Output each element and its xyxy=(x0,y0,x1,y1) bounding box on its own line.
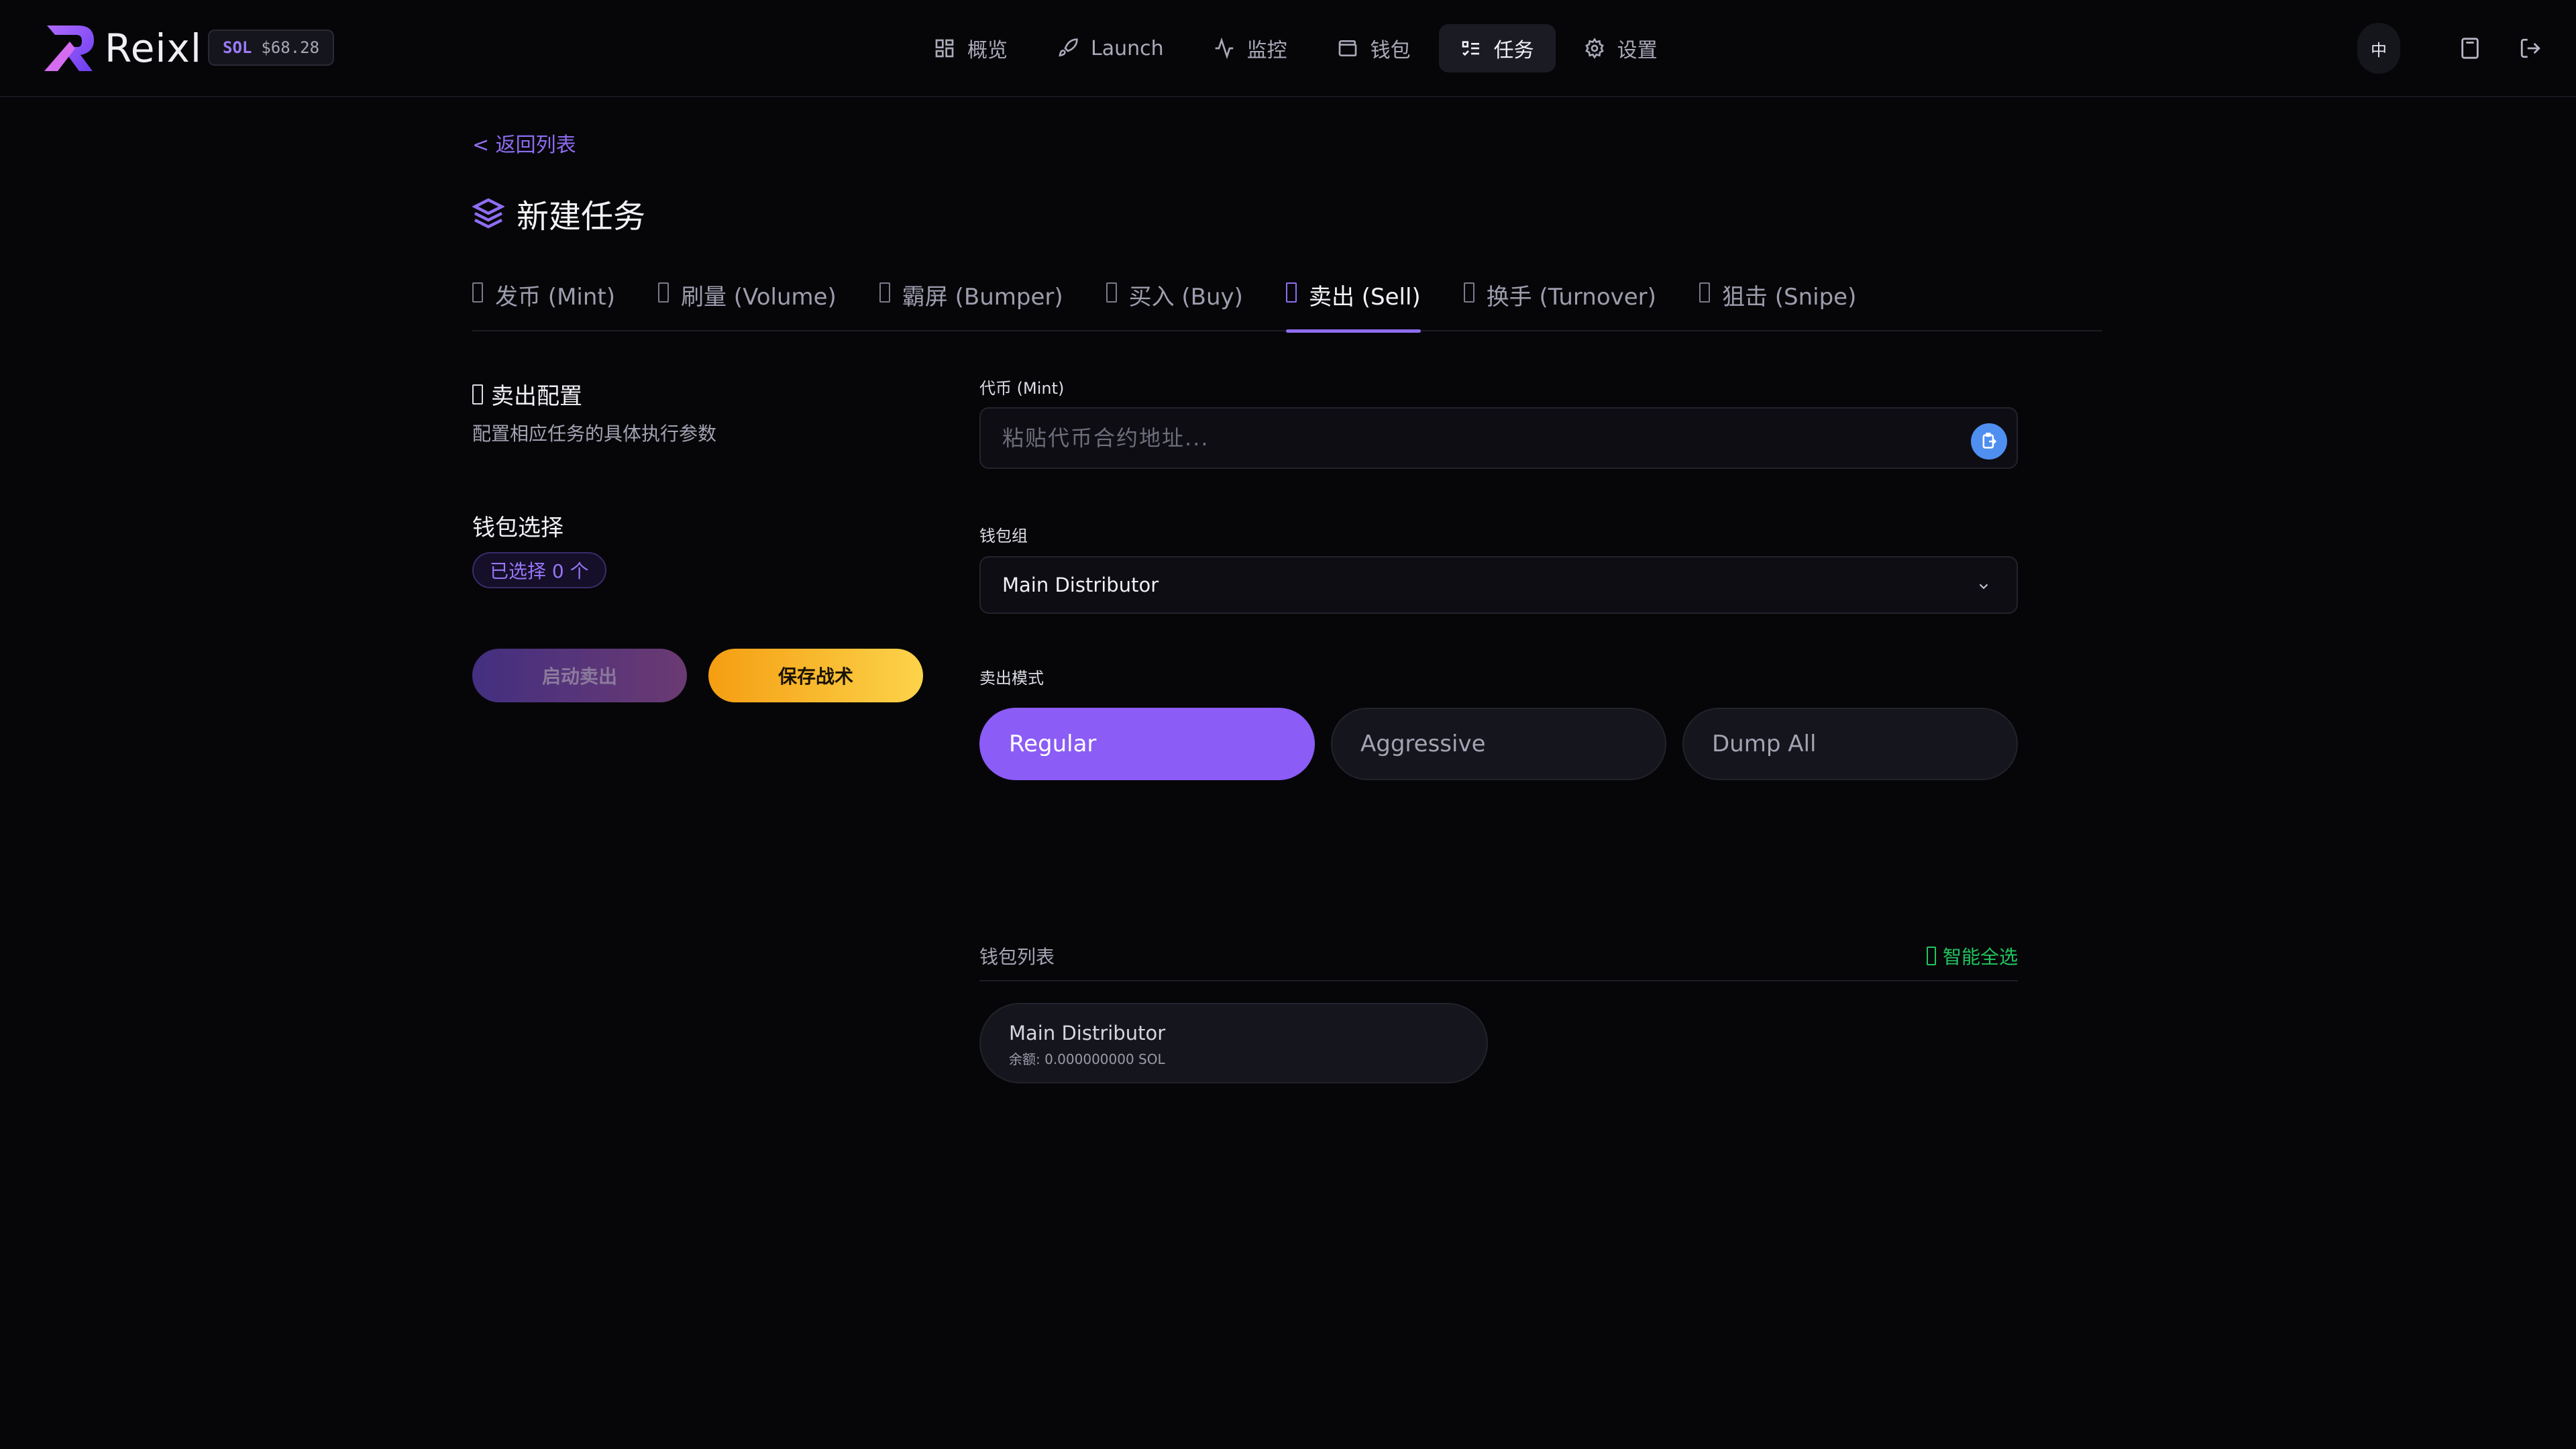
tab-label: 刷量 (Volume) xyxy=(681,284,837,311)
mode-regular-button[interactable]: Regular xyxy=(979,708,1315,780)
brand-logo[interactable]: Reixl xyxy=(43,23,202,74)
page-title-text: 新建任务 xyxy=(517,198,646,235)
tab-buy[interactable]: 买入 (Buy) xyxy=(1106,269,1243,331)
config-section-title: 卖出配置 xyxy=(472,378,582,411)
mint-label: 代币 (Mint) xyxy=(979,379,1065,398)
config-title-text: 卖出配置 xyxy=(491,383,582,410)
start-sell-button[interactable]: 启动卖出 xyxy=(472,649,687,702)
list-check-icon xyxy=(1462,41,1479,56)
selected-count-badge: 已选择 0 个 xyxy=(472,552,606,588)
layers-icon xyxy=(472,198,504,229)
nav-label: 概览 xyxy=(967,39,1008,62)
sol-price: $68.28 xyxy=(261,38,320,57)
wallet-list-header: 钱包列表 智能全选 xyxy=(979,943,2018,981)
sol-symbol: SOL xyxy=(223,38,252,57)
wallet-group-value: Main Distributor xyxy=(1002,574,1159,596)
wallet-list-item[interactable]: Main Distributor 余额: 0.000000000 SOL xyxy=(979,1003,1488,1083)
reixl-logo-icon xyxy=(44,25,94,71)
gear-icon xyxy=(1585,38,1604,59)
smart-select-icon xyxy=(1926,947,1936,965)
tab-label: 买入 (Buy) xyxy=(1128,284,1243,311)
mode-aggressive-button[interactable]: Aggressive xyxy=(1331,708,1666,780)
wallet-group-label: 钱包组 xyxy=(979,527,1028,545)
save-tactic-button[interactable]: 保存战术 xyxy=(708,649,923,702)
config-description: 配置相应任务的具体执行参数 xyxy=(472,423,717,445)
tab-sell[interactable]: 卖出 (Sell) xyxy=(1285,269,1421,333)
tab-turnover[interactable]: 换手 (Turnover) xyxy=(1463,269,1656,331)
tab-bumper[interactable]: 霸屏 (Bumper) xyxy=(879,269,1063,331)
smart-select-all-button[interactable]: 智能全选 xyxy=(1926,943,2018,969)
main-nav: 概览 Launch 监控 钱包 任务 设置 xyxy=(912,24,1686,72)
grid-icon xyxy=(935,39,954,58)
logout-icon xyxy=(2520,38,2540,58)
wallet-name: Main Distributor xyxy=(1009,1022,1166,1044)
nav-tasks[interactable]: 任务 xyxy=(1438,24,1556,72)
tab-label: 换手 (Turnover) xyxy=(1486,284,1656,311)
nav-launch[interactable]: Launch xyxy=(1036,24,1185,72)
sell-mode-label: 卖出模式 xyxy=(979,669,1044,688)
nav-label: 监控 xyxy=(1246,39,1287,62)
nav-settings[interactable]: 设置 xyxy=(1562,24,1679,72)
tab-icon xyxy=(1285,282,1297,303)
tab-label: 卖出 (Sell) xyxy=(1308,284,1421,311)
wallet-icon xyxy=(1338,40,1356,56)
nav-label: 任务 xyxy=(1493,39,1534,62)
nav-monitor[interactable]: 监控 xyxy=(1192,24,1309,72)
nav-overview[interactable]: 概览 xyxy=(912,24,1029,72)
nav-label: 钱包 xyxy=(1370,39,1411,62)
tab-icon xyxy=(1106,282,1117,303)
mint-address-input[interactable] xyxy=(979,407,2018,469)
header-actions: 中 xyxy=(2357,23,2552,74)
tab-icon xyxy=(472,282,483,303)
brand-name: Reixl xyxy=(105,25,202,71)
page-title: 新建任务 xyxy=(472,190,645,237)
smart-select-label: 智能全选 xyxy=(1942,946,2018,968)
task-type-tabs: 发币 (Mint) 刷量 (Volume) 霸屏 (Bumper) 买入 (Bu… xyxy=(472,269,2102,333)
logout-button[interactable] xyxy=(2509,27,2552,70)
back-to-list-link[interactable]: < 返回列表 xyxy=(472,128,576,158)
tab-volume[interactable]: 刷量 (Volume) xyxy=(658,269,837,331)
wallet-selection-title: 钱包选择 xyxy=(472,515,564,541)
rocket-icon xyxy=(1059,38,1078,57)
sell-mode-options: Regular Aggressive Dump All xyxy=(979,708,2034,780)
wallet-list-title: 钱包列表 xyxy=(979,946,1055,968)
tab-icon xyxy=(658,282,669,303)
calculator-icon xyxy=(2461,38,2479,59)
sol-price-badge: SOL $68.28 xyxy=(208,30,335,66)
tab-icon xyxy=(879,282,890,303)
tab-label: 霸屏 (Bumper) xyxy=(902,284,1063,311)
mode-dump-all-button[interactable]: Dump All xyxy=(1682,708,2018,780)
nav-wallet[interactable]: 钱包 xyxy=(1316,24,1432,72)
activity-icon xyxy=(1215,38,1233,59)
nav-label: 设置 xyxy=(1617,39,1658,62)
nav-label: Launch xyxy=(1091,36,1164,60)
tab-icon xyxy=(1699,282,1710,303)
tab-mint[interactable]: 发币 (Mint) xyxy=(472,269,615,331)
paste-button[interactable] xyxy=(1971,423,2007,460)
tab-icon xyxy=(1463,282,1474,303)
calculator-button[interactable] xyxy=(2449,27,2491,70)
language-toggle[interactable]: 中 xyxy=(2357,23,2400,74)
tab-label: 发币 (Mint) xyxy=(495,284,615,311)
clipboard-icon xyxy=(1982,433,1997,449)
top-bar: Reixl SOL $68.28 概览 Launch 监控 钱包 任务 设置 中 xyxy=(0,0,2576,97)
tab-label: 狙击 (Snipe) xyxy=(1721,284,1857,311)
wallet-balance: 余额: 0.000000000 SOL xyxy=(1009,1051,1165,1067)
wallet-group-select[interactable]: Main Distributor xyxy=(979,556,2018,614)
chevron-down-icon xyxy=(1979,584,1988,590)
config-icon xyxy=(472,384,483,405)
tab-snipe[interactable]: 狙击 (Snipe) xyxy=(1699,269,1856,331)
